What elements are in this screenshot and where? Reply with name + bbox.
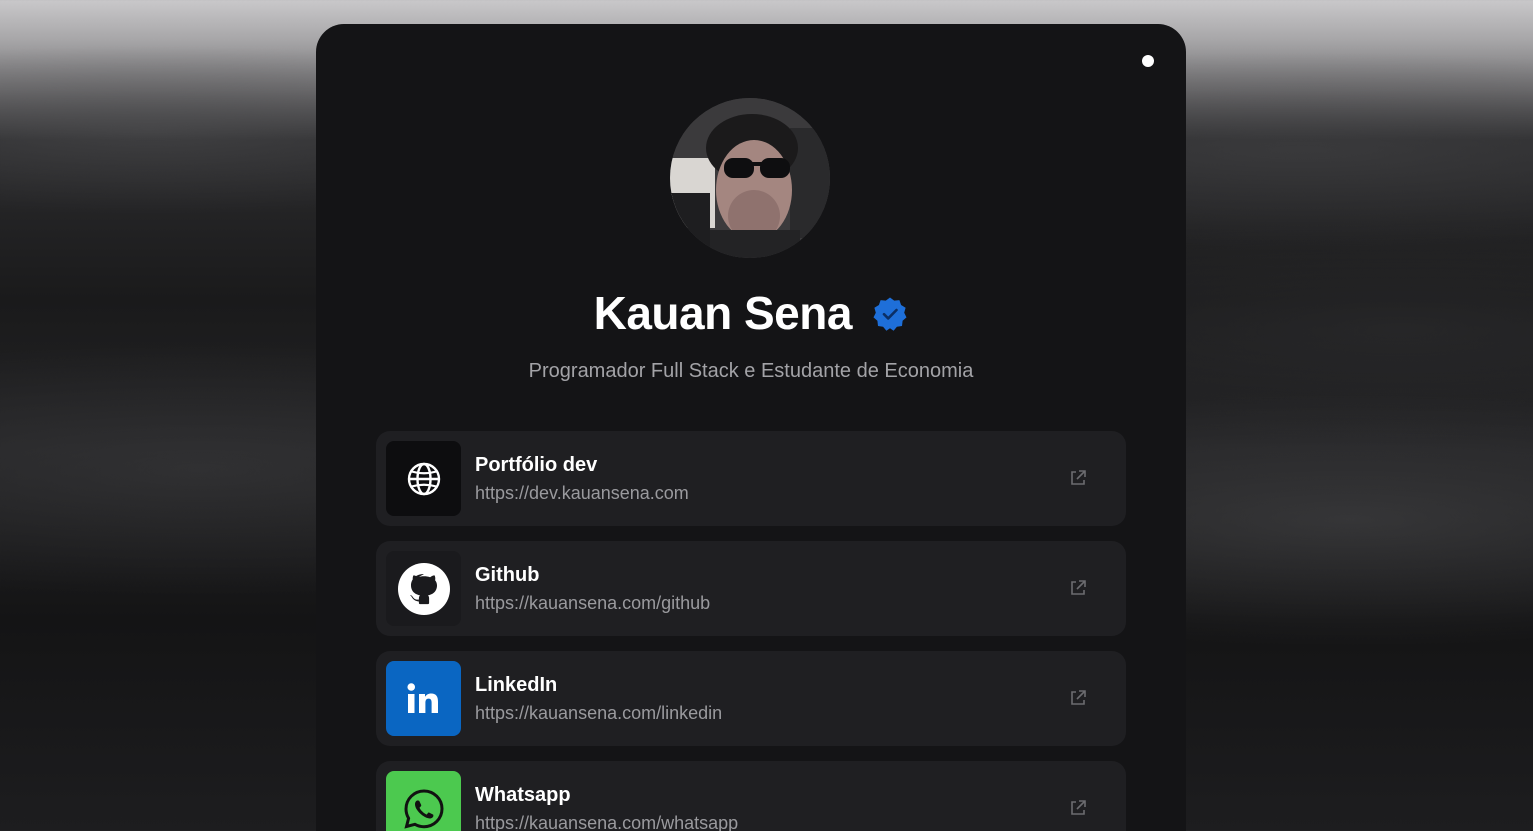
external-link-icon (1071, 470, 1086, 485)
link-whatsapp[interactable]: Whatsapp https://kauansena.com/whatsapp (376, 761, 1126, 831)
link-title: LinkedIn (475, 674, 558, 696)
link-url: https://kauansena.com/whatsapp (475, 813, 739, 831)
link-url: https://kauansena.com/github (475, 593, 711, 613)
link-title: Whatsapp (475, 784, 571, 806)
profile-name: Kauan Sena (593, 287, 853, 339)
linkedin-icon (386, 661, 461, 736)
external-link-icon (1071, 800, 1086, 815)
whatsapp-icon (386, 771, 461, 831)
github-icon (386, 551, 461, 626)
globe-icon (386, 441, 461, 516)
link-title: Github (475, 564, 540, 586)
link-github[interactable]: Github https://kauansena.com/github (376, 541, 1126, 636)
link-url: https://dev.kauansena.com (475, 483, 689, 503)
link-linkedin[interactable]: LinkedIn https://kauansena.com/linkedin (376, 651, 1126, 746)
name-row: Kauan Sena (316, 286, 1186, 346)
verified-badge-icon (873, 297, 907, 331)
links-list: Portfólio dev https://dev.kauansena.com … (376, 431, 1126, 831)
external-link-icon (1071, 580, 1086, 595)
link-portfolio[interactable]: Portfólio dev https://dev.kauansena.com (376, 431, 1126, 526)
profile-card: Kauan Sena Programador Full Stack e Estu… (316, 24, 1186, 831)
link-title: Portfólio dev (475, 454, 598, 476)
link-url: https://kauansena.com/linkedin (475, 703, 723, 723)
external-link-icon (1071, 690, 1086, 705)
avatar (670, 98, 830, 258)
status-dot-icon[interactable] (1142, 55, 1154, 67)
profile-photo (670, 98, 830, 258)
profile-subtitle: Programador Full Stack e Estudante de Ec… (528, 360, 974, 382)
